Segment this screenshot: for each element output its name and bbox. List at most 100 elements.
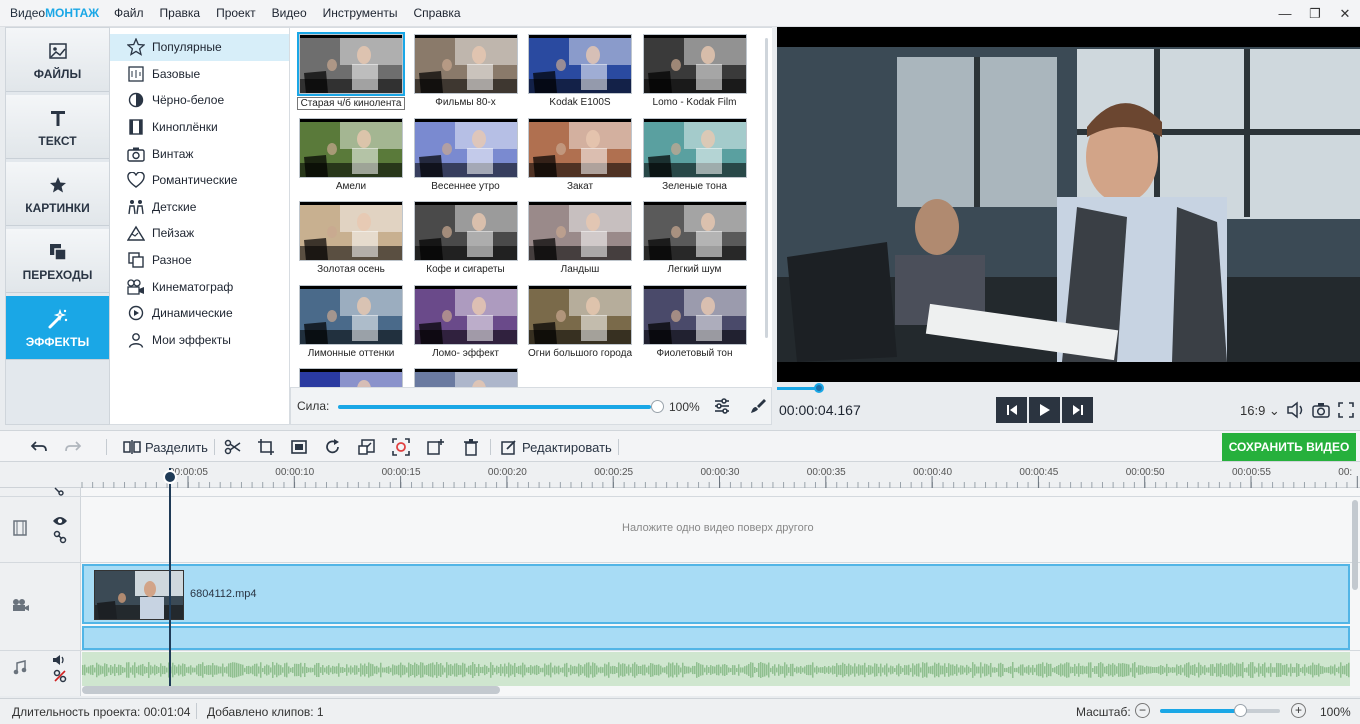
effect-category-label: Кинематограф [152,279,234,294]
mountain-icon [126,223,146,243]
effect-thumbnail[interactable]: Фиолетовый тон [641,284,749,359]
menu-item[interactable]: Инструменты [315,6,406,20]
effect-thumbnail[interactable] [412,368,520,387]
speed-icon[interactable] [358,437,376,457]
unlink-icon[interactable] [53,669,67,686]
enhance-icon[interactable] [392,437,410,457]
star-outline-icon [126,37,146,57]
effect-thumbnail[interactable]: Ломо- эффект [412,284,520,359]
seek-knob[interactable] [813,383,824,393]
video-preview[interactable] [777,27,1360,382]
effect-category-item[interactable]: Детские [110,194,289,221]
effect-thumbnail[interactable]: Зеленые тона [641,117,749,192]
menu-item[interactable]: Справка [405,6,468,20]
ruler-tick-label: 00:00:45 [1019,467,1059,478]
effect-thumbnail[interactable]: Амели [297,117,405,192]
edit-button[interactable]: Редактировать [501,437,612,457]
effect-label: Lomo - Kodak Film [652,97,737,108]
effect-thumbnail[interactable]: Огни большого города [526,284,634,359]
video-clip[interactable]: 6804112.mp4 [82,564,1350,624]
eye-icon[interactable] [52,515,68,530]
clips-count: Добавлено клипов: 1 [207,705,324,719]
volume-icon[interactable] [1286,401,1306,422]
effect-thumbnail[interactable]: Lomo - Kodak Film [641,34,749,108]
effect-thumbnail[interactable]: Закат [526,117,634,192]
effect-category-item[interactable]: Базовые [110,61,289,88]
timeline-hscrollbar[interactable] [82,686,500,694]
aspect-ratio-select[interactable]: 16:9 ⌄ [1240,403,1280,419]
rotate-icon[interactable] [324,437,342,457]
playhead-line[interactable] [169,468,171,688]
effect-category-item[interactable]: Киноплёнки [110,114,289,141]
effect-thumbnail[interactable]: Золотая осень [297,201,405,275]
effect-category-item[interactable]: Кинематограф [110,273,289,300]
effect-thumbnail[interactable]: Лимонные оттенки [297,284,405,359]
strength-slider-knob[interactable] [651,400,664,413]
timecode: 00:00:04.167 [779,402,861,418]
category-button[interactable]: КАРТИНКИ [6,162,109,226]
fullscreen-icon[interactable] [1337,401,1355,422]
effect-category-item[interactable]: Разное [110,247,289,274]
menu-item[interactable]: Проект [208,6,264,20]
clip-audio-strip[interactable] [82,626,1350,650]
effect-category-item[interactable]: Динамические [110,300,289,327]
category-button[interactable]: ЭФФЕКТЫ [6,296,109,360]
effect-thumbnail[interactable]: Весеннее утро [412,117,520,192]
skip-back-button[interactable] [996,397,1027,423]
restore-icon[interactable]: ❐ [1300,0,1330,27]
effect-category-item[interactable]: Винтаж [110,140,289,167]
effect-thumbnail[interactable]: Kodak E100S [526,34,634,108]
strength-label: Сила: [297,399,330,413]
timeline-ruler[interactable]: 00:00:05 00:00:10 00:00:15 00:00:20 00:00:25… [0,462,1360,488]
strength-slider-track[interactable] [338,405,651,409]
zoom-slider-knob[interactable] [1234,704,1247,717]
snapshot-camera-icon[interactable] [1311,401,1331,422]
category-button[interactable]: ФАЙЛЫ [6,28,109,92]
close-icon[interactable]: ✕ [1330,0,1360,27]
effect-thumbnail[interactable]: Старая ч/б кинолента [297,32,405,110]
effect-category-item[interactable]: Мои эффекты [110,327,289,354]
menu-item[interactable]: Файл [106,6,152,20]
play-button[interactable] [1029,397,1060,423]
menu-item[interactable]: Видео [264,6,315,20]
effect-category-item[interactable]: Романтические [110,167,289,194]
redo-icon[interactable] [64,437,82,457]
waveform-graphic [82,662,1350,678]
crop-icon[interactable] [257,437,275,457]
undo-icon[interactable] [30,437,48,457]
effect-label: Легкий шум [667,264,722,275]
category-button[interactable]: ТЕКСТ [6,95,109,159]
delete-icon[interactable] [462,437,480,457]
effect-thumbnail[interactable]: Кофе и сигареты [412,201,520,275]
save-video-button[interactable]: СОХРАНИТЬ ВИДЕО [1222,433,1356,461]
split-button[interactable]: Разделить [123,437,208,457]
zoom-in-button[interactable]: + [1291,703,1306,718]
audio-waveform[interactable] [82,652,1350,686]
seek-bar[interactable] [777,382,1360,394]
skip-forward-button[interactable] [1062,397,1093,423]
link-icon[interactable] [53,530,67,547]
effect-thumbnail[interactable]: Ландыш [526,201,634,275]
effect-category-item[interactable]: Чёрно-белое [110,87,289,114]
effect-category-item[interactable]: Пейзаж [110,220,289,247]
effect-thumbnail[interactable] [297,368,405,387]
menu-item[interactable]: Правка [152,6,209,20]
speaker-icon[interactable] [52,654,66,669]
brush-icon[interactable] [749,397,767,418]
scissors-icon[interactable] [224,437,242,457]
effect-thumbnail[interactable]: Фильмы 80-х [412,34,520,108]
timeline-vscrollbar[interactable] [1352,500,1358,590]
playhead-handle[interactable] [163,470,177,484]
category-label: ТЕКСТ [38,133,77,148]
category-button[interactable]: ПЕРЕХОДЫ [6,229,109,293]
minimize-icon[interactable]: — [1270,0,1300,27]
grid-scrollbar[interactable] [765,38,768,338]
zoom-out-button[interactable]: − [1135,703,1150,718]
settings-sliders-icon[interactable] [713,397,731,418]
effect-category-item[interactable]: Популярные [110,34,289,61]
frame-icon[interactable] [290,437,308,457]
effect-thumbnail[interactable]: Легкий шум [641,201,749,275]
skip-forward-icon [1072,405,1083,415]
music-track-icon [12,660,28,679]
add-clip-icon[interactable] [426,437,444,457]
